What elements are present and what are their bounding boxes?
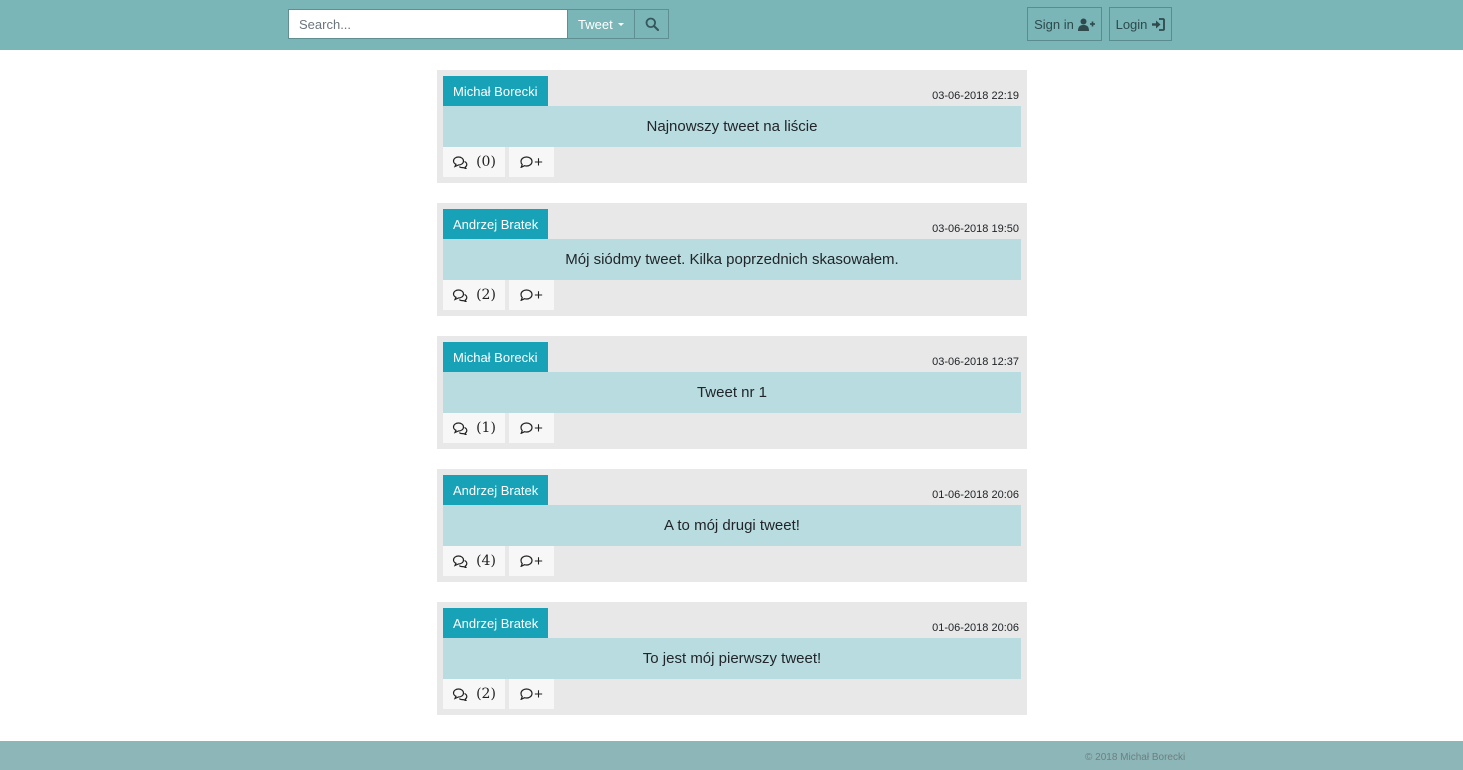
comments-icon xyxy=(452,288,468,302)
sign-in-icon xyxy=(1152,17,1166,31)
comments-button[interactable]: (2) xyxy=(443,280,505,310)
add-comment-button[interactable]: + xyxy=(509,280,554,310)
plus-icon: + xyxy=(534,153,543,171)
add-comment-button[interactable]: + xyxy=(509,546,554,576)
add-comment-button[interactable]: + xyxy=(509,413,554,443)
search-button[interactable] xyxy=(634,9,669,39)
tweet-date: 01-06-2018 20:06 xyxy=(932,622,1019,634)
comments-button[interactable]: (2) xyxy=(443,679,505,709)
plus-icon: + xyxy=(534,286,543,304)
comment-plus-icon xyxy=(520,555,533,567)
comment-count: (0) xyxy=(476,154,496,170)
comments-icon xyxy=(452,421,468,435)
plus-icon: + xyxy=(534,685,543,703)
comments-icon xyxy=(452,554,468,568)
comment-count: (2) xyxy=(476,686,496,702)
user-plus-icon xyxy=(1077,18,1095,31)
tweet-card: Andrzej Bratek 01-06-2018 20:06 To jest … xyxy=(437,602,1027,715)
comment-plus-icon xyxy=(520,688,533,700)
footer: © 2018 Michał Borecki xyxy=(0,741,1463,770)
login-button[interactable]: Login xyxy=(1109,7,1172,41)
tweet-text[interactable]: Mój siódmy tweet. Kilka poprzednich skas… xyxy=(443,239,1021,280)
comment-count: (2) xyxy=(476,287,496,303)
tweet-card: Michał Borecki 03-06-2018 12:37 Tweet nr… xyxy=(437,336,1027,449)
tweet-author[interactable]: Andrzej Bratek xyxy=(443,608,549,638)
tweet-author[interactable]: Andrzej Bratek xyxy=(443,475,549,505)
navbar: Tweet Sign in Login xyxy=(0,0,1463,50)
tweet-date: 03-06-2018 19:50 xyxy=(932,223,1019,235)
copyright-text: © 2018 Michał Borecki xyxy=(1085,752,1186,763)
comment-count: (4) xyxy=(476,553,496,569)
comments-icon xyxy=(452,687,468,701)
tweet-date: 03-06-2018 12:37 xyxy=(932,356,1019,368)
comments-button[interactable]: (0) xyxy=(443,147,505,177)
tweet-card: Michał Borecki 03-06-2018 22:19 Najnowsz… xyxy=(437,70,1027,183)
comments-icon xyxy=(452,155,468,169)
signin-label: Sign in xyxy=(1034,16,1074,32)
search-scope-label: Tweet xyxy=(578,16,613,32)
tweet-text[interactable]: To jest mój pierwszy tweet! xyxy=(443,638,1021,679)
search-input[interactable] xyxy=(288,9,568,39)
search-icon xyxy=(645,17,659,31)
add-comment-button[interactable]: + xyxy=(509,679,554,709)
search-scope-dropdown[interactable]: Tweet xyxy=(567,9,635,39)
tweet-text[interactable]: Najnowszy tweet na liście xyxy=(443,106,1021,147)
plus-icon: + xyxy=(534,552,543,570)
tweet-author[interactable]: Michał Borecki xyxy=(443,76,548,106)
add-comment-button[interactable]: + xyxy=(509,147,554,177)
comments-button[interactable]: (4) xyxy=(443,546,505,576)
tweet-card: Andrzej Bratek 01-06-2018 20:06 A to mój… xyxy=(437,469,1027,582)
tweet-card: Andrzej Bratek 03-06-2018 19:50 Mój siód… xyxy=(437,203,1027,316)
comment-plus-icon xyxy=(520,156,533,168)
signin-button[interactable]: Sign in xyxy=(1027,7,1102,41)
plus-icon: + xyxy=(534,419,543,437)
tweet-text[interactable]: A to mój drugi tweet! xyxy=(443,505,1021,546)
tweet-text[interactable]: Tweet nr 1 xyxy=(443,372,1021,413)
comment-count: (1) xyxy=(476,420,496,436)
comments-button[interactable]: (1) xyxy=(443,413,505,443)
tweet-author[interactable]: Michał Borecki xyxy=(443,342,548,372)
tweet-date: 01-06-2018 20:06 xyxy=(932,489,1019,501)
comment-plus-icon xyxy=(520,422,533,434)
tweet-author[interactable]: Andrzej Bratek xyxy=(443,209,549,239)
caret-down-icon xyxy=(618,23,624,26)
tweet-date: 03-06-2018 22:19 xyxy=(932,90,1019,102)
login-label: Login xyxy=(1115,16,1148,32)
comment-plus-icon xyxy=(520,289,533,301)
